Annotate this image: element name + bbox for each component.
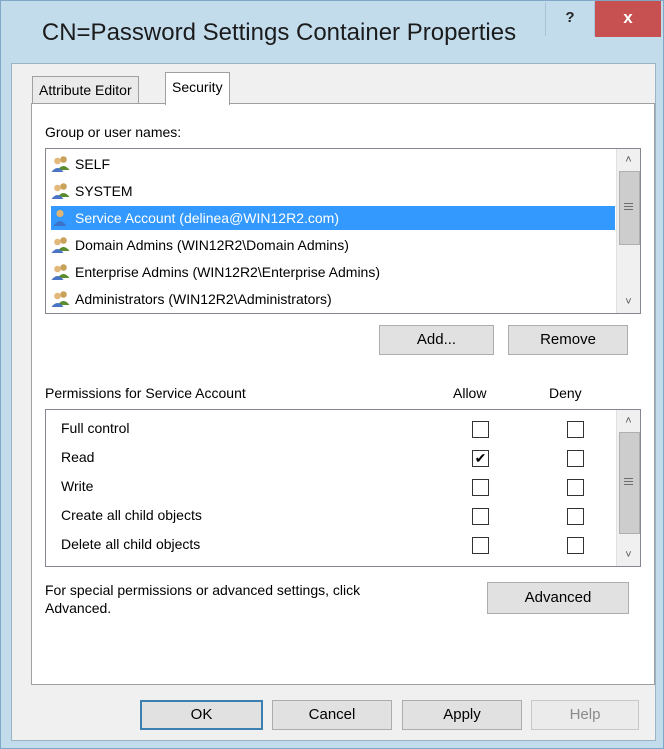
special-permissions-text-2: Advanced. — [45, 600, 112, 616]
group-icon — [51, 155, 71, 173]
scroll-up-icon[interactable]: ˄ — [617, 410, 640, 432]
scroll-down-icon[interactable]: ˅ — [617, 544, 640, 566]
deny-header: Deny — [549, 385, 582, 401]
allow-checkbox[interactable] — [472, 537, 489, 554]
permissions-list: Full control Read ✔ Write Create all child o… — [45, 409, 641, 567]
special-permissions-text-1: For special permissions or advanced sett… — [45, 582, 361, 598]
permission-row: Write — [46, 474, 626, 503]
deny-checkbox[interactable] — [567, 421, 584, 438]
remove-button[interactable]: Remove — [508, 325, 628, 355]
allow-checkbox[interactable] — [472, 508, 489, 525]
scroll-thumb[interactable] — [619, 432, 640, 534]
scroll-up-icon[interactable]: ˄ — [617, 149, 640, 171]
principal-item[interactable]: Administrators (WIN12R2\Administrators) — [51, 287, 336, 311]
help-title-button[interactable]: ? — [545, 2, 595, 36]
principal-item[interactable]: Enterprise Admins (WIN12R2\Enterprise Ad… — [51, 260, 384, 284]
window-title: CN=Password Settings Container Propertie… — [41, 19, 517, 46]
help-button[interactable]: Help — [531, 700, 639, 730]
permission-name: Delete all child objects — [61, 536, 201, 552]
add-button[interactable]: Add... — [379, 325, 494, 355]
dialog-client-area: Attribute Editor Security Group or user … — [11, 63, 656, 741]
permission-name: Create all child objects — [61, 507, 202, 523]
close-button[interactable]: x — [595, 1, 661, 37]
principals-list[interactable]: SELF SYSTEM Service Account (delinea@WIN12… — [45, 148, 641, 314]
principal-label: Administrators (WIN12R2\Administrators) — [75, 291, 332, 307]
tab-security[interactable]: Security — [165, 72, 230, 105]
permission-name: Read — [61, 449, 95, 465]
scroll-down-icon[interactable]: ˅ — [617, 291, 640, 313]
principals-scrollbar[interactable]: ˄ ˅ — [616, 149, 640, 313]
allow-checkbox[interactable]: ✔ — [472, 450, 489, 467]
permission-name: Full control — [61, 420, 130, 436]
apply-button[interactable]: Apply — [402, 700, 522, 730]
group-icon — [51, 236, 71, 254]
allow-checkbox[interactable] — [472, 421, 489, 438]
principal-item[interactable]: SELF — [51, 152, 114, 176]
principal-label: Service Account (delinea@WIN12R2.com) — [75, 210, 339, 226]
cancel-button[interactable]: Cancel — [272, 700, 392, 730]
permission-row: Create all child objects — [46, 503, 626, 532]
principal-label: Domain Admins (WIN12R2\Domain Admins) — [75, 237, 349, 253]
permissions-scrollbar[interactable]: ˄ ˅ — [616, 410, 640, 566]
permission-name: Write — [61, 478, 94, 494]
title-bar[interactable]: CN=Password Settings Container Propertie… — [1, 1, 663, 63]
permissions-label: Permissions for Service Account — [45, 385, 246, 401]
scroll-thumb[interactable] — [619, 171, 640, 245]
principal-item[interactable]: SYSTEM — [51, 179, 137, 203]
allow-header: Allow — [453, 385, 487, 401]
ok-button[interactable]: OK — [140, 700, 263, 730]
principal-item[interactable]: Domain Admins (WIN12R2\Domain Admins) — [51, 233, 353, 257]
group-icon — [51, 263, 71, 281]
properties-dialog: CN=Password Settings Container Propertie… — [0, 0, 664, 749]
group-icon — [51, 182, 71, 200]
advanced-button[interactable]: Advanced — [487, 582, 629, 614]
principal-label: SELF — [75, 156, 111, 172]
deny-checkbox[interactable] — [567, 479, 584, 496]
permission-row: Full control — [46, 416, 626, 445]
permission-row: Read ✔ — [46, 445, 626, 474]
tab-attribute-editor[interactable]: Attribute Editor — [32, 76, 139, 103]
principal-item[interactable]: Service Account (delinea@WIN12R2.com) — [51, 206, 615, 230]
group-names-label: Group or user names: — [45, 124, 182, 140]
principal-label: Enterprise Admins (WIN12R2\Enterprise Ad… — [75, 264, 380, 280]
group-icon — [51, 290, 71, 308]
deny-checkbox[interactable] — [567, 450, 584, 467]
deny-checkbox[interactable] — [567, 508, 584, 525]
allow-checkbox[interactable] — [472, 479, 489, 496]
permission-row: Delete all child objects — [46, 532, 626, 561]
security-panel: Group or user names: SELF SYSTEM Service A… — [31, 103, 655, 685]
user-icon — [51, 209, 71, 227]
deny-checkbox[interactable] — [567, 537, 584, 554]
principal-label: SYSTEM — [75, 183, 133, 199]
